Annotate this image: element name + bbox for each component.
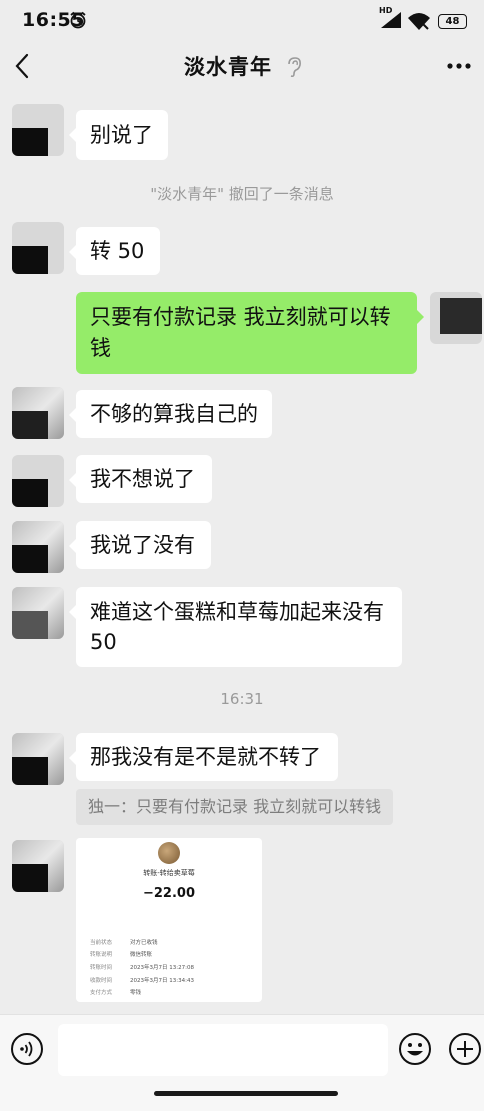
wifi-icon <box>408 13 430 30</box>
message-text: 别说了 <box>90 123 153 147</box>
receipt-row: 支付方式 零钱 <box>90 988 260 998</box>
receipt-value: 微信转账 <box>130 952 153 958</box>
message-bubble[interactable]: 难道这个蛋糕和草莓加起来没有 50 <box>69 587 402 667</box>
ear-icon <box>288 57 301 78</box>
receipt-key: 转账说明 <box>90 952 113 958</box>
voice-icon[interactable] <box>10 1032 44 1066</box>
receipt-avatar <box>158 842 180 864</box>
message-text: 难道这个蛋糕和草莓加起来没有 <box>90 600 384 624</box>
contact-avatar[interactable] <box>12 733 64 785</box>
message-bubble[interactable]: 转 50 <box>69 227 160 275</box>
message-text: 我不想说了 <box>90 467 195 491</box>
receipt-value: 2023年3月7日 13:34:43 <box>130 978 194 984</box>
chat-title: 淡水青年 <box>184 55 272 79</box>
emoji-icon[interactable] <box>398 1032 432 1066</box>
message-input[interactable] <box>58 1024 388 1076</box>
contact-avatar[interactable] <box>12 104 64 156</box>
chat-header: 淡水青年 <box>0 40 484 94</box>
message-bubble[interactable]: 我不想说了 <box>69 455 212 503</box>
message-text: 不够的算我自己的 <box>90 402 258 426</box>
receipt-row: 转账说明 微信转账 <box>90 950 260 960</box>
receipt-key: 转账时间 <box>90 965 113 971</box>
message-text: 那我没有是不是就不转了 <box>90 745 321 769</box>
quoted-reply[interactable]: 独一：只要有付款记录 我立刻就可以转钱 <box>76 789 394 825</box>
more-icon[interactable] <box>446 62 472 70</box>
contact-avatar[interactable] <box>12 840 64 892</box>
contact-avatar[interactable] <box>12 387 64 439</box>
input-bar <box>0 1014 484 1111</box>
message-bubble[interactable]: 别说了 <box>69 110 168 160</box>
message-text: 50 <box>90 630 117 654</box>
message-bubble-self[interactable]: 只要有付款记录 我立刻就可以转 钱 <box>76 292 424 374</box>
receipt-row: 当前状态 对方已收钱 <box>90 938 260 948</box>
receipt-row: 收款时间 2023年3月7日 13:34:43 <box>90 976 260 986</box>
message-bubble[interactable]: 我说了没有 <box>69 521 211 569</box>
receipt-amount: −22.00 <box>142 886 195 901</box>
message-bubble[interactable]: 那我没有是不是就不转了 <box>69 733 338 781</box>
message-text: 转 50 <box>90 239 145 263</box>
contact-avatar[interactable] <box>12 455 64 507</box>
transfer-receipt-image[interactable]: 转账-转给卖草莓 −22.00 当前状态 对方已收钱 转账说明 微信转账 转账时间 2… <box>76 838 262 1002</box>
self-avatar[interactable] <box>430 292 482 344</box>
battery-indicator: 48 <box>438 14 467 29</box>
receipt-value: 零钱 <box>130 990 142 996</box>
receipt-key: 支付方式 <box>90 990 113 996</box>
timestamp: 16:31 <box>220 690 264 708</box>
signal-icon <box>381 12 401 28</box>
contact-avatar[interactable] <box>12 222 64 274</box>
plus-icon[interactable] <box>448 1032 482 1066</box>
receipt-key: 收款时间 <box>90 978 113 984</box>
receipt-value: 对方已收钱 <box>130 940 158 946</box>
message-bubble[interactable]: 不够的算我自己的 <box>69 390 272 438</box>
home-indicator <box>154 1091 338 1096</box>
message-text: 我说了没有 <box>90 533 195 557</box>
receipt-value: 2023年3月7日 13:27:08 <box>130 965 194 971</box>
recall-notice: "淡水青年" 撤回了一条消息 <box>150 185 334 203</box>
status-bar: 16:55 HD 48 <box>0 0 484 40</box>
message-text: 钱 <box>90 336 111 360</box>
message-text: 只要有付款记录 我立刻就可以转 <box>90 305 391 329</box>
receipt-row: 转账时间 2023年3月7日 13:27:08 <box>90 963 260 973</box>
receipt-title: 转账-转给卖草莓 <box>143 869 195 877</box>
alarm-icon <box>70 11 86 29</box>
receipt-key: 当前状态 <box>90 940 113 946</box>
contact-avatar[interactable] <box>12 521 64 573</box>
contact-avatar[interactable] <box>12 587 64 639</box>
